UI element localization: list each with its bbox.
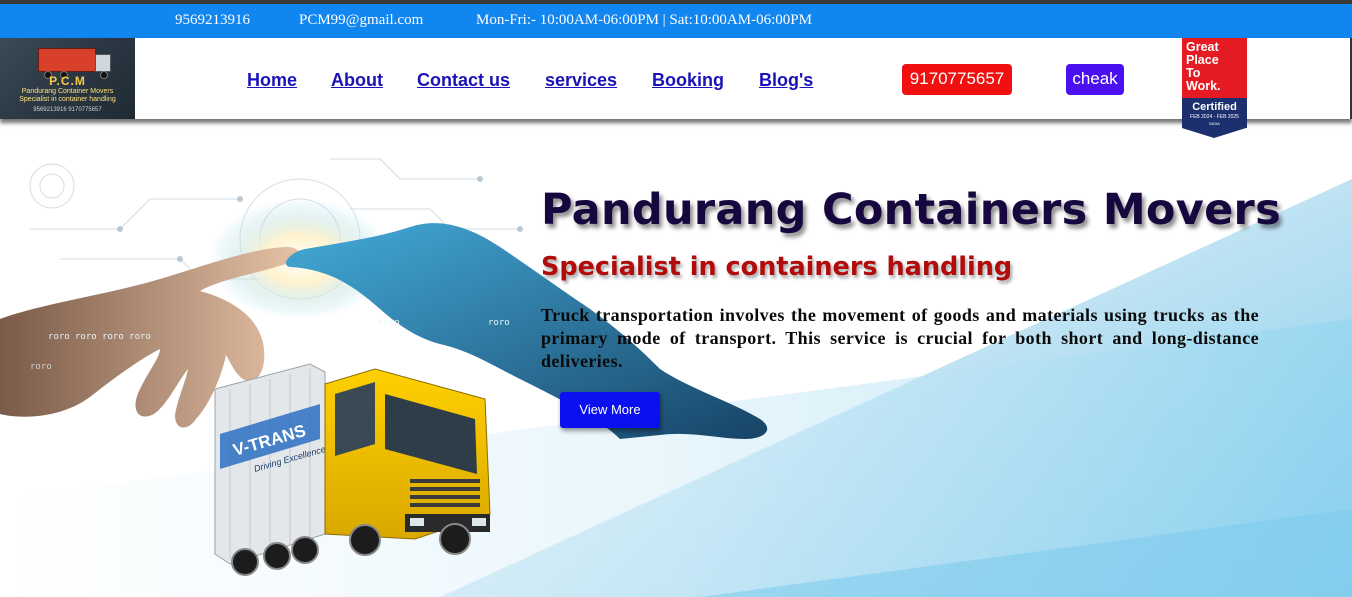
nav-contact-link[interactable]: Contact us <box>417 70 510 91</box>
hero-subtitle: Specialist in containers handling <box>541 252 1013 282</box>
badge-red-panel: Great Place To Work. <box>1182 38 1247 98</box>
nav-home-link[interactable]: Home <box>247 70 297 91</box>
svg-text:roro: roro <box>378 318 400 328</box>
logo-truck-container <box>38 48 96 72</box>
logo-tagline-name: Pandurang Container Movers <box>21 88 114 95</box>
logo-truck-cab <box>95 54 111 72</box>
badge-tip <box>1182 128 1246 138</box>
topbar-email: PCM99@gmail.com <box>299 12 424 28</box>
hero-title: Pandurang Containers Movers <box>541 185 1281 235</box>
badge-certified: Certified <box>1192 101 1237 113</box>
view-more-button[interactable]: View More <box>560 392 660 428</box>
call-phone-button[interactable]: 9170775657 <box>902 64 1012 95</box>
svg-text:roro: roro <box>30 362 52 372</box>
badge-country: INDIA <box>1209 121 1220 126</box>
nav-booking-link[interactable]: Booking <box>652 70 724 91</box>
nav-services-link[interactable]: services <box>545 70 617 91</box>
svg-text:roro: roro <box>488 318 510 328</box>
logo-tagline-phones: 9569213916 9170775657 <box>33 107 102 113</box>
main-navbar: P.C.M Pandurang Container Movers Special… <box>0 38 1352 119</box>
nav-blogs-link[interactable]: Blog's <box>759 70 813 91</box>
logo-tagline-specialist: Specialist in container handling <box>19 96 116 103</box>
badge-dates: FEB 2024 - FEB 2025 <box>1190 114 1239 120</box>
site-logo[interactable]: P.C.M Pandurang Container Movers Special… <box>0 38 135 119</box>
nav-about-link[interactable]: About <box>331 70 383 91</box>
great-place-to-work-badge: Great Place To Work. Certified FEB 2024 … <box>1182 38 1247 138</box>
topbar-phone: 9569213916 <box>175 12 250 28</box>
contact-topbar: 9569213916 PCM99@gmail.com Mon-Fri:- 10:… <box>0 4 1352 38</box>
svg-text:roro: roro <box>48 332 70 342</box>
hero-description: Truck transportation involves the moveme… <box>541 305 1259 371</box>
logo-brand: P.C.M <box>49 74 86 88</box>
cheak-button[interactable]: cheak <box>1066 64 1124 95</box>
badge-line-work: Work. <box>1186 79 1221 93</box>
hero-section: roro roro roro roro roro roro roro V-TRA… <box>0 119 1352 597</box>
topbar-hours: Mon-Fri:- 10:00AM-06:00PM | Sat:10:00AM-… <box>476 12 812 28</box>
badge-blue-panel: Certified FEB 2024 - FEB 2025 INDIA <box>1182 98 1247 128</box>
svg-text:roro roro roro: roro roro roro <box>75 332 151 342</box>
